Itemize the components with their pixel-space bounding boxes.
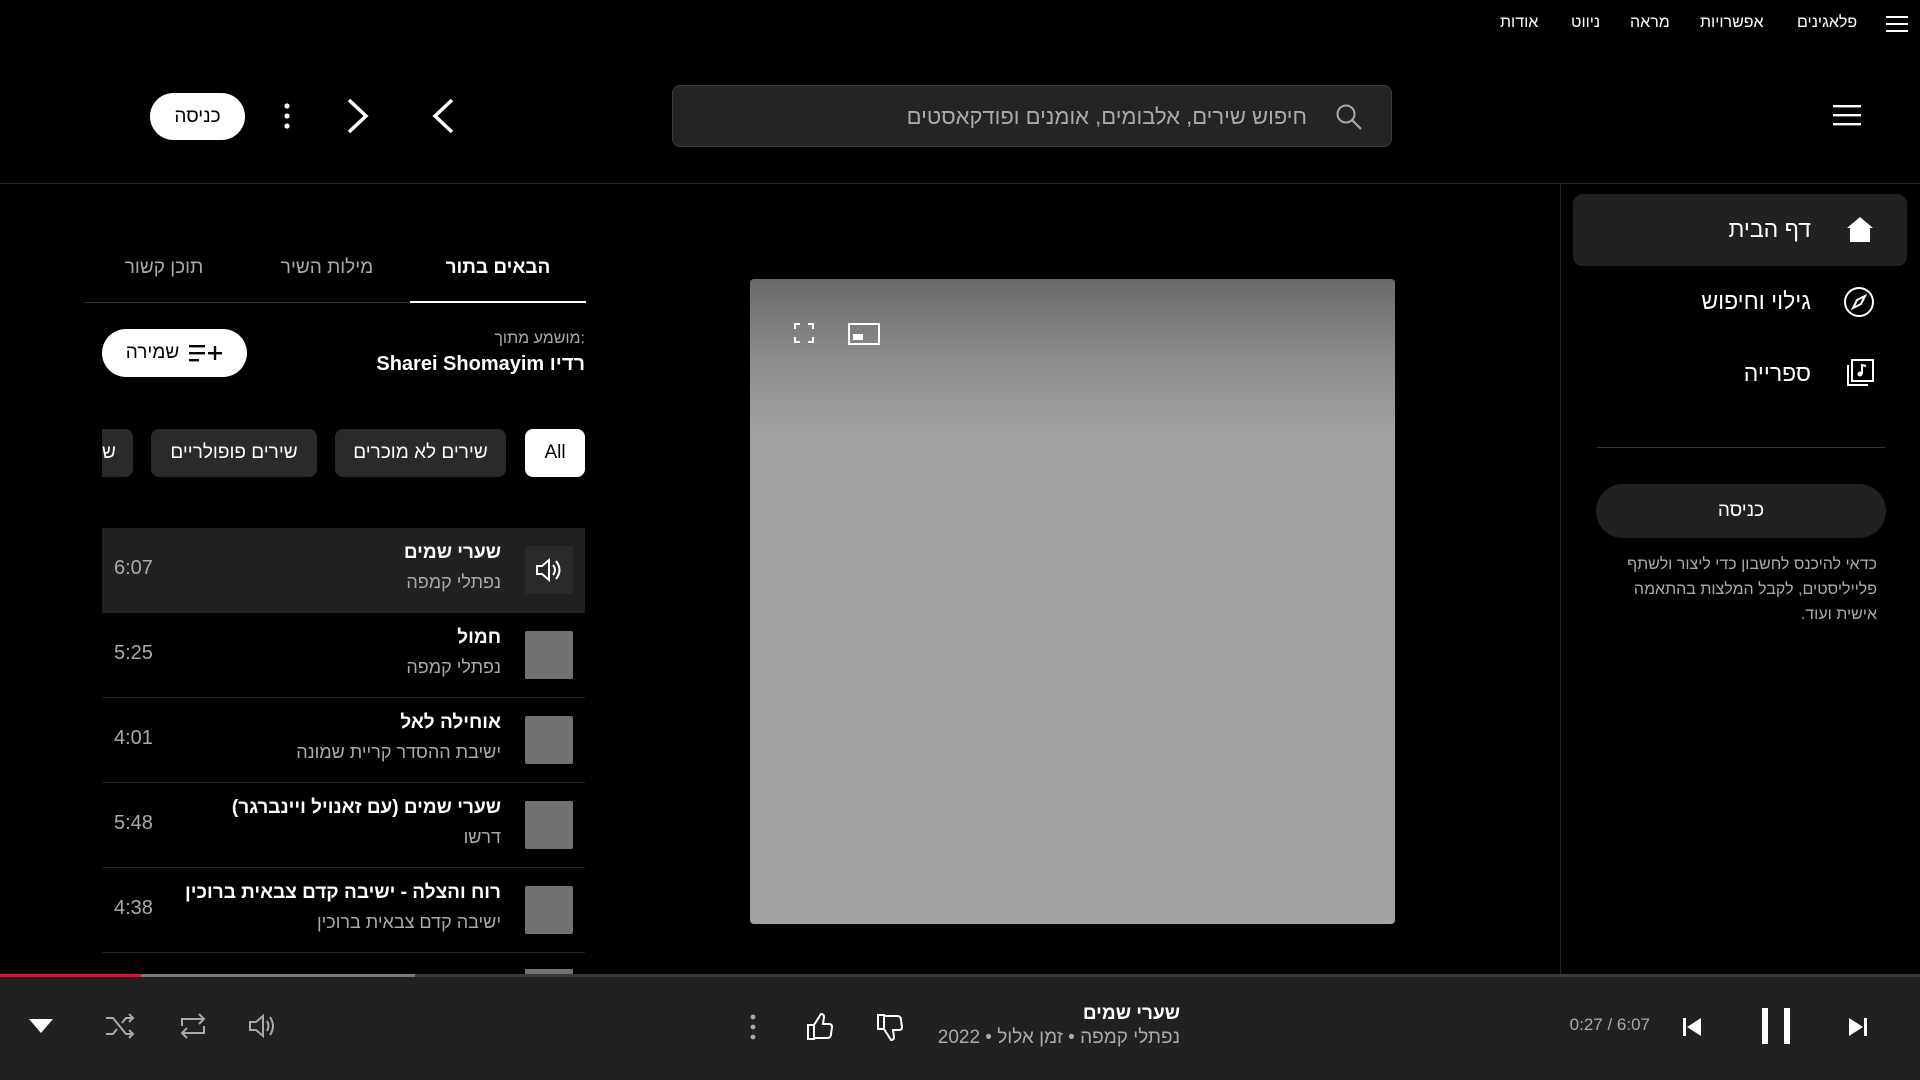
like-icon[interactable] <box>805 1012 835 1042</box>
queue-item-thumbnail <box>525 631 573 679</box>
queue-item-duration: 4:38 <box>114 897 153 919</box>
dislike-icon[interactable] <box>875 1012 905 1042</box>
search-icon[interactable] <box>1335 103 1363 131</box>
chip-truncated[interactable]: ש <box>102 429 133 477</box>
more-options-icon[interactable] <box>280 102 294 130</box>
active-tab-indicator <box>410 301 586 303</box>
player-bar: 0:27 / 6:07 שערי שמים נפתלי קמפה • זמן א… <box>0 974 1920 1080</box>
chip-popular-songs[interactable]: שירים פופולריים <box>151 429 317 477</box>
tab-lyrics[interactable]: מילות השיר <box>244 257 410 279</box>
now-playing-subtitle[interactable]: נפתלי קמפה • זמן אלול • 2022 <box>938 1027 1180 1049</box>
forward-arrow-icon[interactable] <box>345 97 371 135</box>
sidebar-item-explore[interactable]: גילוי וחיפוש <box>1573 266 1907 338</box>
library-icon <box>1845 358 1875 388</box>
shuffle-icon[interactable] <box>104 1012 136 1040</box>
miniplayer-icon[interactable] <box>848 323 880 345</box>
tab-related[interactable]: תוכן קשור <box>84 257 244 279</box>
now-playing-title[interactable]: שערי שמים <box>1083 1003 1180 1025</box>
queue-item[interactable]: שערי שמים נפתלי קמפה 6:07 <box>102 528 585 613</box>
menu-item-about[interactable]: אודות <box>1500 14 1538 32</box>
sidebar-item-home[interactable]: דף הבית <box>1573 194 1907 266</box>
repeat-icon[interactable] <box>177 1012 209 1040</box>
back-arrow-icon[interactable] <box>430 97 456 135</box>
queue-tabs: הבאים בתור מילות השיר תוכן קשור <box>84 245 586 303</box>
queue-item-duration: 5:48 <box>114 812 153 834</box>
progress-bar[interactable] <box>0 974 1920 977</box>
queue-item-thumbnail <box>525 716 573 764</box>
chip-unfamiliar-songs[interactable]: שירים לא מוכרים <box>335 429 506 477</box>
sidebar-item-label: גילוי וחיפוש <box>1701 288 1811 314</box>
queue-item-artist: נפתלי קמפה <box>406 572 501 592</box>
queue-item-title: אוחילה לאל <box>400 712 501 733</box>
queue-item[interactable]: אוחילה לאל ישיבת ההסדר קריית שמונה 4:01 <box>102 698 585 783</box>
previous-track-icon[interactable] <box>1680 1015 1704 1039</box>
sidebar: דף הבית גילוי וחיפוש ספרייה כניסה כדאי ל… <box>1560 184 1920 974</box>
queue-item-title: שערי שמים (עם זאנויל ויינברגר) <box>231 797 501 818</box>
video-player[interactable] <box>750 279 1395 924</box>
pause-icon[interactable] <box>1760 1006 1792 1046</box>
next-track-icon[interactable] <box>1846 1015 1870 1039</box>
volume-icon[interactable] <box>248 1012 278 1040</box>
sidebar-login-button[interactable]: כניסה <box>1596 484 1886 538</box>
menu-item-navigation[interactable]: ניווט <box>1571 14 1600 32</box>
tab-up-next[interactable]: הבאים בתור <box>410 257 586 279</box>
sidebar-login-hint: כדאי להיכנס לחשבון כדי ליצור ולשתף פלייל… <box>1627 556 1877 623</box>
queue-item-thumbnail <box>525 801 573 849</box>
playing-from-label: מושמע מתוך: <box>494 330 585 347</box>
playlist-add-icon <box>189 343 223 363</box>
now-playing-indicator <box>525 546 573 594</box>
save-queue-button[interactable]: שמירה <box>102 329 247 377</box>
sidebar-item-library[interactable]: ספרייה <box>1573 338 1907 410</box>
time-readout: 0:27 / 6:07 <box>1569 1015 1650 1034</box>
save-label: שמירה <box>125 342 180 363</box>
queue-item-title: שערי שמים <box>403 542 501 563</box>
expand-player-icon[interactable] <box>29 1019 53 1033</box>
search-box[interactable] <box>672 85 1392 148</box>
queue-item-duration: 4:01 <box>114 727 153 749</box>
header-login-button[interactable]: כניסה <box>150 93 245 140</box>
queue-item-title: חמול <box>457 627 501 648</box>
search-input[interactable] <box>745 86 1309 148</box>
progress-buffer <box>141 974 416 977</box>
compass-icon <box>1843 286 1875 318</box>
queue-item[interactable]: חמול נפתלי קמפה 5:25 <box>102 613 585 698</box>
queue-item-duration: 5:25 <box>114 642 153 664</box>
menu-bar: פלאגינים אפשרויות מראה ניווט אודות <box>0 0 1920 48</box>
guide-menu-icon[interactable] <box>1833 103 1861 127</box>
sidebar-divider <box>1597 447 1885 448</box>
queue-item[interactable]: שערי שמים (עם זאנויל ויינברגר) דרשו 5:48 <box>102 783 585 868</box>
queue-item-duration: 6:07 <box>114 557 153 579</box>
playing-from-source: רדיו Sharei Shomayim <box>376 353 585 375</box>
sidebar-item-label: דף הבית <box>1728 216 1811 242</box>
player-more-options-icon[interactable] <box>747 1014 759 1040</box>
queue-item-artist: ישיבה קדם צבאית ברוכין <box>316 912 501 932</box>
home-icon <box>1845 214 1875 244</box>
fullscreen-icon[interactable] <box>794 323 814 343</box>
progress-fill <box>0 974 142 977</box>
queue-item-artist: דרשו <box>463 827 501 847</box>
queue-item-artist: ישיבת ההסדר קריית שמונה <box>296 742 501 762</box>
queue-item[interactable]: רוח והצלה - ישיבה קדם צבאית ברוכין ישיבה… <box>102 868 585 953</box>
hamburger-menu-icon[interactable] <box>1886 15 1908 33</box>
menu-item-options[interactable]: אפשרויות <box>1700 14 1764 32</box>
queue-item-thumbnail <box>525 886 573 934</box>
sidebar-item-label: ספרייה <box>1743 360 1811 386</box>
queue-item-partial[interactable] <box>102 953 585 974</box>
menu-item-view[interactable]: מראה <box>1630 14 1670 32</box>
queue-item-artist: נפתלי קמפה <box>406 657 501 677</box>
chip-all[interactable]: All <box>525 429 585 477</box>
menu-item-plugins[interactable]: פלאגינים <box>1797 14 1857 32</box>
queue-item-title: רוח והצלה - ישיבה קדם צבאית ברוכין <box>185 882 501 903</box>
